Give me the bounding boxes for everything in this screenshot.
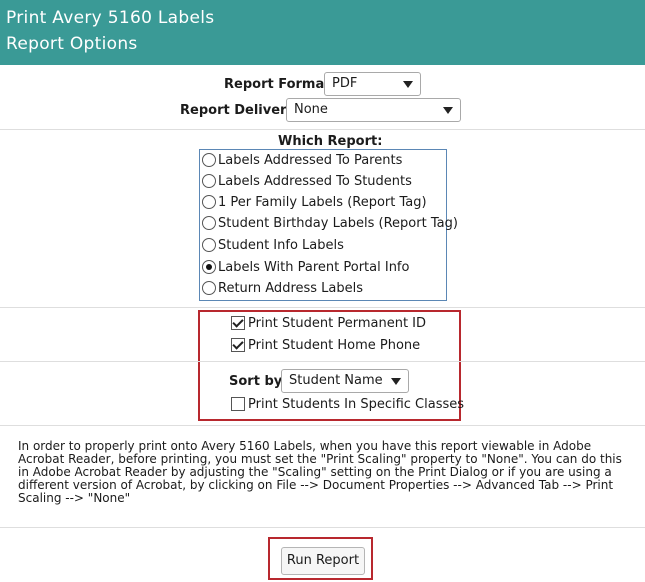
report-option-parent-portal[interactable]: Labels With Parent Portal Info bbox=[202, 258, 409, 278]
report-format-value: PDF bbox=[332, 76, 358, 91]
page-subtitle: Report Options bbox=[6, 34, 138, 54]
radio-button[interactable] bbox=[202, 237, 216, 252]
print-home-phone-option[interactable]: Print Student Home Phone bbox=[231, 337, 420, 355]
chevron-down-icon bbox=[403, 81, 413, 88]
chevron-down-icon bbox=[443, 107, 453, 114]
report-option-parents[interactable]: Labels Addressed To Parents bbox=[202, 151, 402, 171]
which-report-list: Labels Addressed To Parents Labels Addre… bbox=[199, 149, 458, 301]
divider bbox=[0, 129, 645, 130]
divider bbox=[0, 307, 645, 308]
run-report-button[interactable]: Run Report bbox=[281, 547, 365, 575]
report-delivery-select[interactable]: None bbox=[286, 98, 461, 122]
report-option-label: Student Info Labels bbox=[218, 238, 344, 253]
report-option-label: 1 Per Family Labels (Report Tag) bbox=[218, 195, 427, 210]
sort-by-value: Student Name bbox=[289, 373, 383, 388]
report-option-label: Labels Addressed To Students bbox=[218, 174, 412, 189]
report-option-label: Student Birthday Labels (Report Tag) bbox=[218, 216, 458, 231]
report-delivery-value: None bbox=[294, 102, 328, 117]
checkbox[interactable] bbox=[231, 337, 245, 352]
report-format-label: Report Format: bbox=[224, 77, 336, 92]
divider bbox=[0, 361, 645, 362]
sort-by-label: Sort by: bbox=[229, 374, 288, 389]
radio-button[interactable] bbox=[202, 215, 216, 230]
print-specific-classes-label: Print Students In Specific Classes bbox=[248, 397, 465, 412]
radio-button[interactable] bbox=[202, 280, 216, 295]
page-title: Print Avery 5160 Labels bbox=[6, 8, 215, 28]
sort-by-select[interactable]: Student Name bbox=[281, 369, 409, 393]
divider bbox=[0, 425, 645, 426]
print-specific-classes-option[interactable]: Print Students In Specific Classes bbox=[231, 396, 464, 414]
radio-button[interactable] bbox=[202, 194, 216, 209]
checkbox[interactable] bbox=[231, 315, 245, 330]
report-delivery-label: Report Delivery: bbox=[180, 103, 301, 118]
report-option-label: Labels With Parent Portal Info bbox=[218, 260, 410, 275]
chevron-down-icon bbox=[391, 378, 401, 385]
report-format-select[interactable]: PDF bbox=[324, 72, 421, 96]
checkbox[interactable] bbox=[231, 396, 245, 411]
page-header: Print Avery 5160 Labels Report Options bbox=[0, 0, 645, 65]
radio-button[interactable] bbox=[202, 173, 216, 188]
report-option-students[interactable]: Labels Addressed To Students bbox=[202, 172, 412, 192]
report-option-label: Labels Addressed To Parents bbox=[218, 153, 403, 168]
radio-button-selected[interactable] bbox=[202, 259, 216, 274]
report-option-per-family[interactable]: 1 Per Family Labels (Report Tag) bbox=[202, 193, 427, 213]
radio-button[interactable] bbox=[202, 152, 216, 167]
report-option-birthday[interactable]: Student Birthday Labels (Report Tag) bbox=[202, 214, 458, 234]
report-option-student-info[interactable]: Student Info Labels bbox=[202, 236, 344, 256]
report-option-label: Return Address Labels bbox=[218, 281, 364, 296]
report-option-return-address[interactable]: Return Address Labels bbox=[202, 279, 363, 299]
which-report-title: Which Report: bbox=[278, 134, 383, 149]
print-permanent-id-label: Print Student Permanent ID bbox=[248, 316, 427, 331]
divider bbox=[0, 527, 645, 528]
print-permanent-id-option[interactable]: Print Student Permanent ID bbox=[231, 315, 426, 333]
print-scaling-note: In order to properly print onto Avery 51… bbox=[18, 439, 622, 505]
print-home-phone-label: Print Student Home Phone bbox=[248, 338, 421, 353]
